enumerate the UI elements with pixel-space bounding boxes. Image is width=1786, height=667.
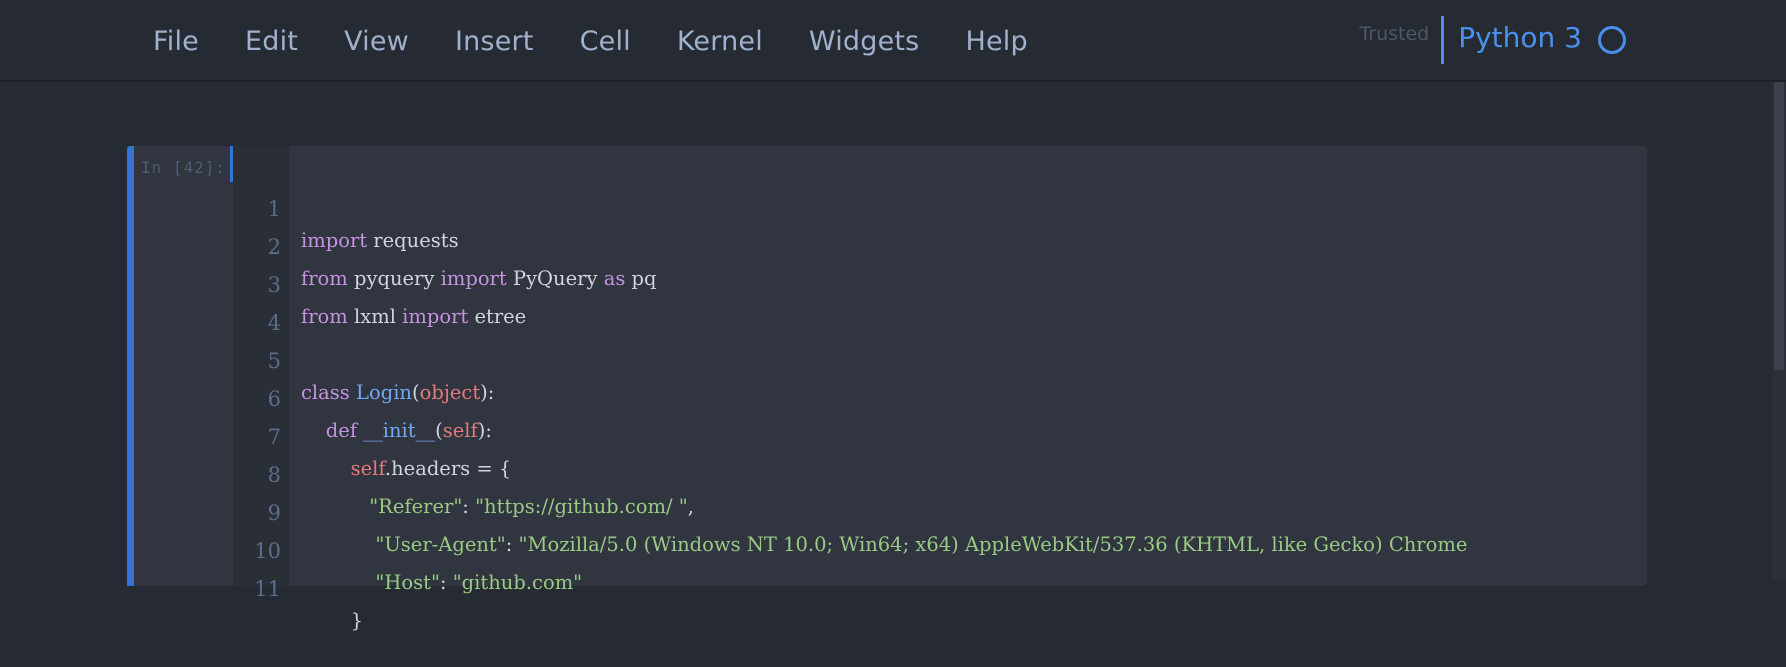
main-menu: File Edit View Insert Cell Kernel Widget… (130, 0, 1051, 82)
kernel-status-area: Trusted Python 3 (1359, 16, 1626, 64)
menu-kernel[interactable]: Kernel (654, 26, 786, 57)
cell-selection-bar (127, 146, 134, 586)
menu-widgets[interactable]: Widgets (786, 26, 943, 57)
code-line: 8 "Referer": "https://github.com/ ", (233, 429, 1633, 518)
line-number: 11 (254, 577, 281, 601)
code-editor[interactable]: 1 import requests 2 from pyquery import … (233, 163, 1633, 632)
code-line: 9 "User-Agent": "Mozilla/5.0 (Windows NT… (233, 467, 1633, 556)
menu-help[interactable]: Help (942, 26, 1050, 57)
code-line: 1 import requests (233, 163, 1633, 252)
menu-file[interactable]: File (130, 26, 222, 57)
menu-insert[interactable]: Insert (432, 26, 557, 57)
code-line: 5 class Login(object): (233, 315, 1633, 404)
scrollbar-thumb[interactable] (1774, 82, 1784, 370)
code-line: 11 } (233, 543, 1633, 632)
code-line: 7 self.headers = { (233, 391, 1633, 480)
menu-cell[interactable]: Cell (557, 26, 654, 57)
notebook-menubar: File Edit View Insert Cell Kernel Widget… (0, 0, 1786, 82)
kernel-idle-icon (1598, 26, 1626, 54)
input-prompt: In [42]: (141, 158, 227, 177)
code-line: 3 from lxml import etree (233, 239, 1633, 328)
code-line: 4 (233, 277, 1633, 335)
plain-token: } (350, 609, 364, 632)
line-text: } (301, 605, 1601, 636)
menu-edit[interactable]: Edit (222, 26, 321, 57)
kernel-name[interactable]: Python 3 (1458, 21, 1582, 54)
code-cell[interactable]: In [42]: 1 import requests 2 from pyquer… (127, 146, 1647, 632)
vertical-scrollbar[interactable] (1772, 82, 1786, 581)
code-line: 6 def __init__(self): (233, 353, 1633, 442)
menu-view[interactable]: View (321, 26, 432, 57)
trusted-indicator[interactable]: Trusted (1359, 23, 1429, 45)
code-line: 10 "Host": "github.com" (233, 505, 1633, 594)
code-line: 2 from pyquery import PyQuery as pq (233, 201, 1633, 290)
kernel-divider (1441, 16, 1445, 64)
